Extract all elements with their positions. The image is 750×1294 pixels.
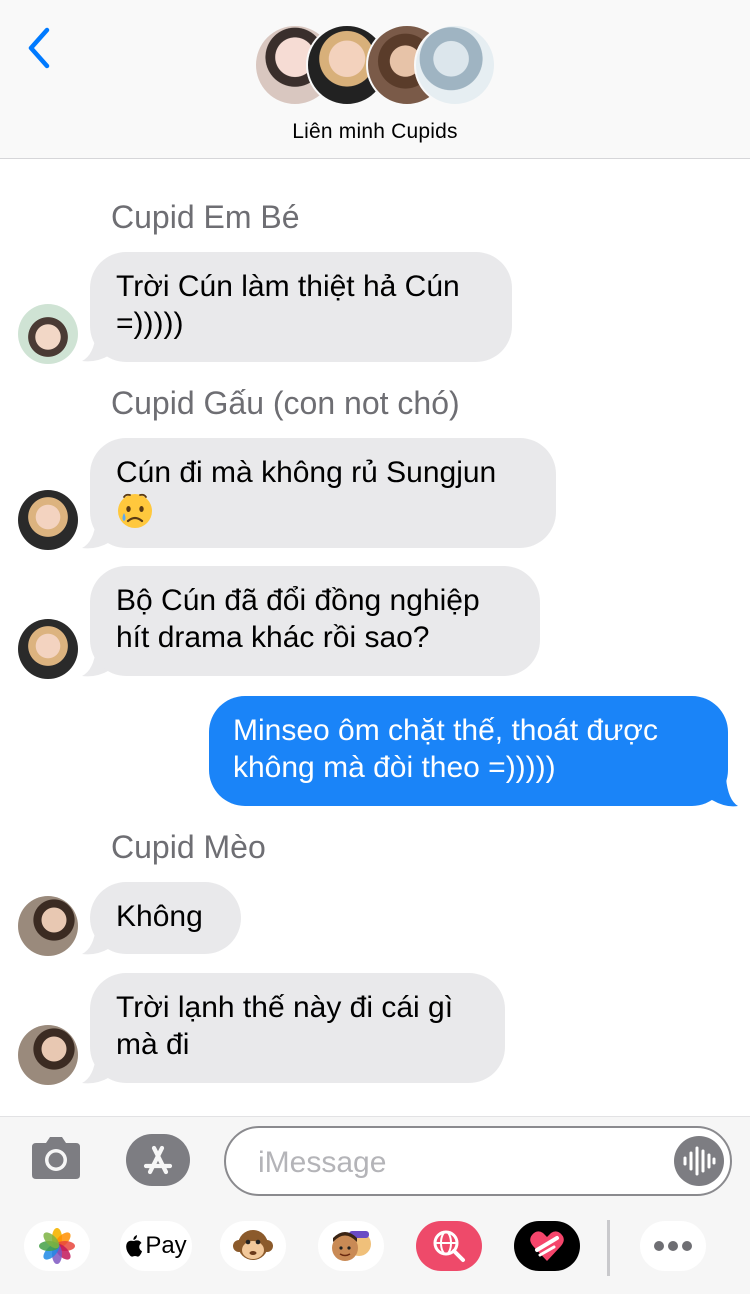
message-line: không mà đòi theo =))))) xyxy=(233,751,556,784)
crying-face-icon xyxy=(118,493,152,529)
app-drawer: Pay xyxy=(0,1215,750,1294)
message-bubble-incoming[interactable]: Không xyxy=(90,882,241,954)
sender-avatar[interactable] xyxy=(18,896,78,956)
message-line: mà đi xyxy=(116,1028,190,1061)
message-line: Trời Cún làm thiệt hả Cún xyxy=(116,270,460,303)
message-composer: Pay xyxy=(0,1116,750,1294)
apple-pay-icon xyxy=(126,1235,143,1257)
message-line xyxy=(116,491,528,530)
message-line: Bộ Cún đã đổi đồng nghiệp xyxy=(116,584,480,617)
animoji-app-button[interactable] xyxy=(220,1221,286,1271)
message-bubble-incoming[interactable]: Cún đi mà không rủ Sungjun xyxy=(90,438,556,548)
message-bubble-incoming[interactable]: Bộ Cún đã đổi đồng nghiệp hít drama khác… xyxy=(90,566,540,676)
group-avatar-4 xyxy=(414,24,496,106)
message-input[interactable] xyxy=(256,1140,660,1186)
digital-touch-button[interactable] xyxy=(514,1221,580,1271)
photos-app-button[interactable] xyxy=(24,1221,90,1271)
message-line: Cún đi mà không rủ Sungjun xyxy=(116,456,497,489)
memoji-stickers-icon xyxy=(332,1231,371,1261)
camera-button[interactable] xyxy=(30,1135,82,1181)
apple-pay-button[interactable]: Pay xyxy=(120,1221,192,1271)
group-title[interactable]: Liên minh Cupids xyxy=(0,120,750,144)
sender-avatar[interactable] xyxy=(18,1025,78,1085)
heart-digital-touch-icon xyxy=(530,1231,564,1261)
web-search-app-button[interactable] xyxy=(416,1221,482,1271)
app-drawer-divider xyxy=(607,1220,610,1276)
message-line: hít drama khác rồi sao? xyxy=(116,621,430,654)
photos-icon xyxy=(39,1228,75,1264)
message-bubble-incoming[interactable]: Trời lạnh thế này đi cái gì mà đi xyxy=(90,973,505,1083)
web-search-icon xyxy=(433,1230,465,1262)
message-bubble-incoming[interactable]: Trời Cún làm thiệt hả Cún =))))) xyxy=(90,252,512,362)
more-apps-button[interactable] xyxy=(640,1221,706,1271)
sender-name: Cupid Em Bé xyxy=(111,199,300,235)
apple-pay-label: Pay xyxy=(145,1232,187,1259)
audio-message-button[interactable] xyxy=(672,1134,726,1188)
app-store-icon xyxy=(126,1134,190,1186)
imessage-field[interactable] xyxy=(224,1126,732,1196)
camera-icon xyxy=(32,1137,80,1179)
app-store-button[interactable] xyxy=(126,1134,190,1186)
message-line: Không xyxy=(116,900,203,933)
message-bubble-outgoing[interactable]: Minseo ôm chặt thế, thoát được không mà … xyxy=(209,696,728,806)
conversation-header: Liên minh Cupids xyxy=(0,0,750,159)
sender-name: Cupid Mèo xyxy=(111,829,266,865)
back-button[interactable] xyxy=(22,26,58,70)
group-avatar-stack[interactable] xyxy=(254,24,496,106)
sender-avatar[interactable] xyxy=(18,619,78,679)
message-line: =))))) xyxy=(116,307,184,340)
sender-avatar[interactable] xyxy=(18,304,78,364)
sender-avatar[interactable] xyxy=(18,490,78,550)
message-line: Minseo ôm chặt thế, thoát được xyxy=(233,714,658,747)
message-line: Trời lạnh thế này đi cái gì xyxy=(116,991,454,1024)
sender-name: Cupid Gấu (con not chó) xyxy=(111,385,460,421)
audio-waveform-icon xyxy=(674,1136,724,1186)
memoji-stickers-button[interactable] xyxy=(318,1221,384,1271)
more-icon xyxy=(654,1241,692,1251)
monkey-memoji-icon xyxy=(233,1230,273,1260)
chevron-left-icon xyxy=(28,27,50,69)
